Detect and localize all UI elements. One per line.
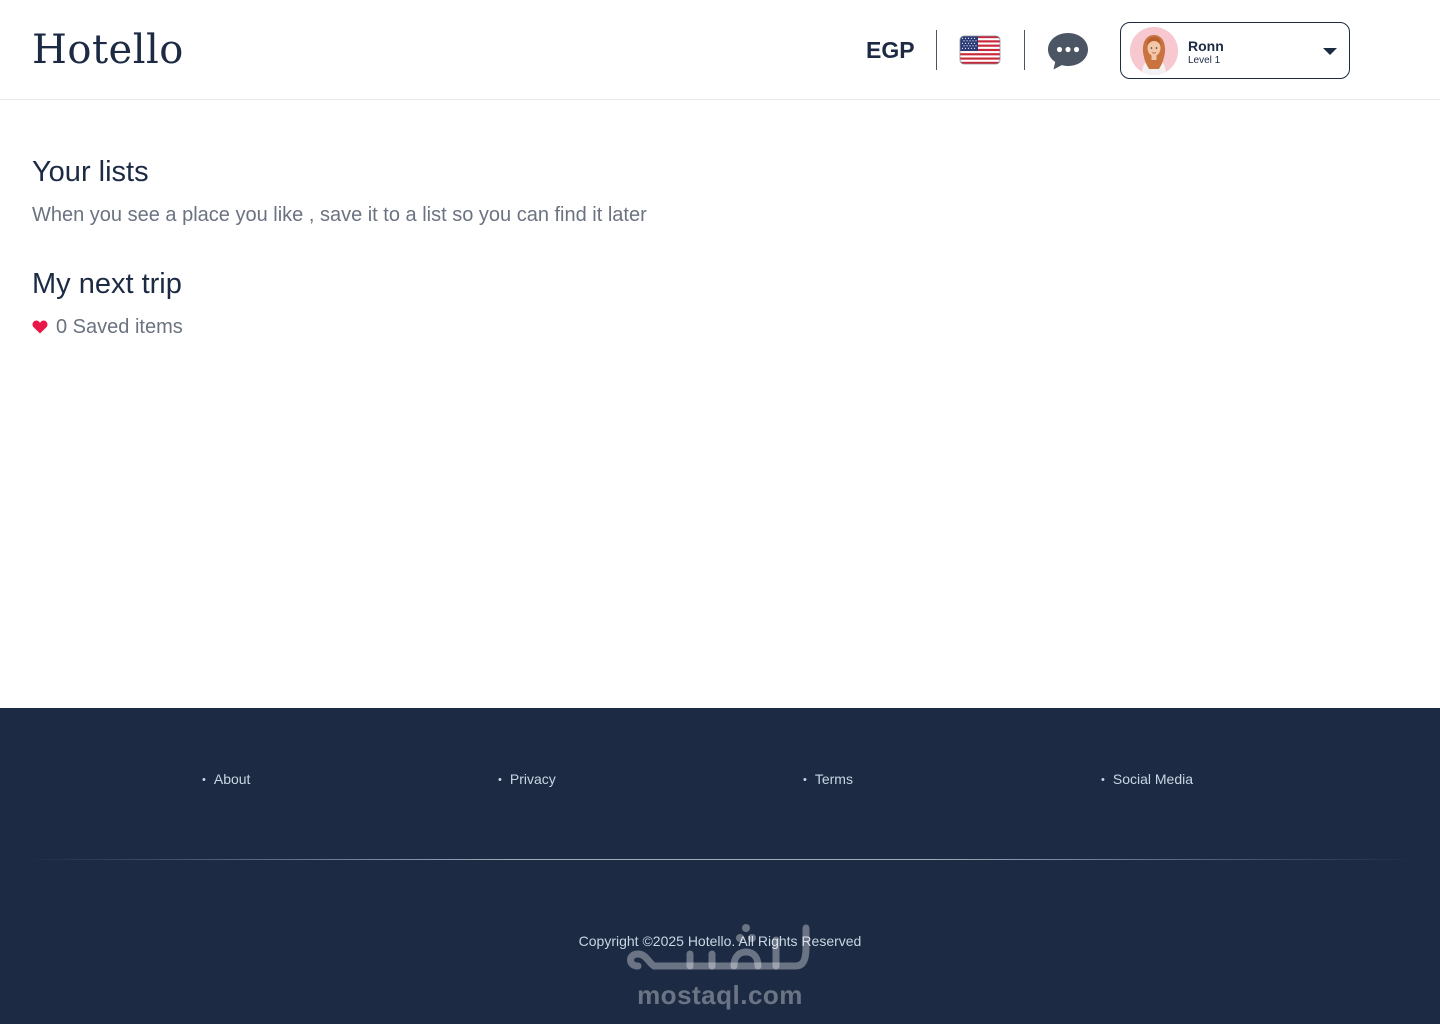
watermark-text: mostaql.com <box>637 980 803 1010</box>
footer-link-terms[interactable]: Terms <box>803 770 853 790</box>
currency-selector[interactable]: EGP <box>866 36 915 64</box>
footer-link-about[interactable]: About <box>202 770 251 790</box>
footer-link-privacy[interactable]: Privacy <box>498 770 556 790</box>
copyright-text: Copyright ©2025 Hotello. All Rights Rese… <box>578 933 862 949</box>
page-title: Your lists <box>32 156 149 188</box>
list-name-my-next-trip[interactable]: My next trip <box>32 266 182 302</box>
user-name: Ronn <box>1188 38 1224 54</box>
saved-items-text: 0 Saved items <box>56 316 183 338</box>
user-menu-button[interactable]: Ronn Level 1 <box>1120 22 1350 79</box>
heart-icon <box>32 320 48 334</box>
header-divider <box>936 30 937 70</box>
chat-bubble-icon[interactable] <box>1046 30 1090 72</box>
footer-link-social-media[interactable]: Social Media <box>1101 770 1193 790</box>
page-subtitle: When you see a place you like , save it … <box>32 204 647 226</box>
top-header: Hotello EGP Ronn Level 1 <box>0 0 1440 100</box>
user-level: Level 1 <box>1188 55 1221 66</box>
hotello-logo[interactable]: Hotello <box>32 26 184 74</box>
site-footer: About Privacy Terms Social Media Copyrig… <box>0 708 1440 1024</box>
chevron-down-icon <box>1323 48 1337 55</box>
user-avatar <box>1130 27 1178 75</box>
saved-items-count: 0 Saved items <box>32 314 183 340</box>
us-flag-icon[interactable] <box>959 34 1001 66</box>
footer-divider <box>24 859 1416 860</box>
header-divider <box>1024 30 1025 70</box>
